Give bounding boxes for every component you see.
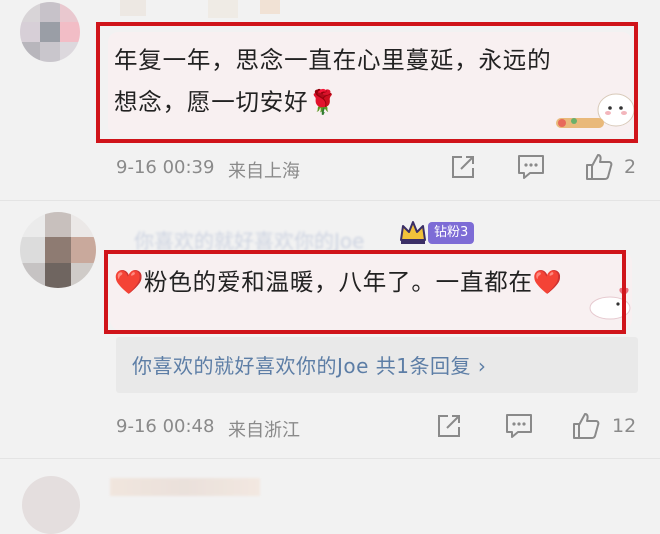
thumbs-up-icon[interactable] xyxy=(572,412,600,440)
blurred-header xyxy=(120,0,290,22)
thumbs-up-icon[interactable] xyxy=(585,153,613,181)
divider xyxy=(0,458,660,459)
comment-time: 9-16 00:39 xyxy=(116,157,215,178)
avatar[interactable] xyxy=(20,2,80,62)
fan-badge: 钻粉3 xyxy=(428,222,475,244)
highlight-box xyxy=(96,22,638,143)
comment-location: 来自上海 xyxy=(228,161,300,182)
avatar[interactable] xyxy=(22,476,80,534)
like-count: 2 xyxy=(624,156,637,178)
like-count: 12 xyxy=(612,415,637,437)
share-icon[interactable] xyxy=(436,413,462,439)
highlight-box xyxy=(104,250,626,334)
comment-time: 9-16 00:48 xyxy=(116,416,215,437)
share-icon[interactable] xyxy=(450,154,476,180)
reply-summary-text: 你喜欢的就好喜欢你的Joe 共1条回复 › xyxy=(132,354,487,378)
blurred-username xyxy=(110,478,260,496)
divider xyxy=(0,200,660,201)
comment-icon[interactable] xyxy=(517,154,545,180)
reply-summary[interactable]: 你喜欢的就好喜欢你的Joe 共1条回复 › xyxy=(116,337,638,393)
comment-icon[interactable] xyxy=(505,413,533,439)
avatar[interactable] xyxy=(20,212,96,288)
comment-location: 来自浙江 xyxy=(228,420,300,441)
crown-icon xyxy=(400,221,426,244)
